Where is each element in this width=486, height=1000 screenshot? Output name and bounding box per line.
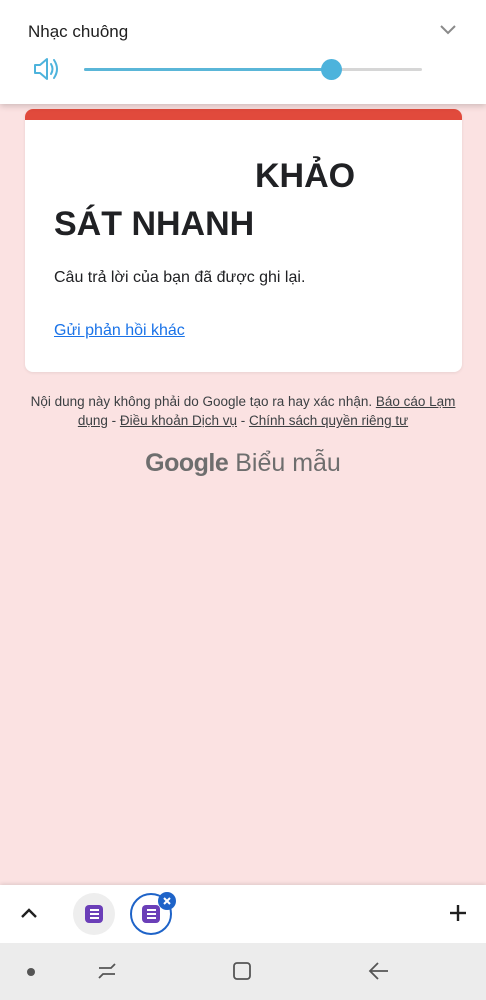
plus-icon[interactable] [447, 902, 469, 924]
card-accent-bar [25, 109, 462, 120]
terms-of-service-link[interactable]: Điều khoản Dịch vụ [120, 413, 237, 428]
volume-panel: Nhạc chuông [0, 0, 486, 104]
back-icon[interactable] [367, 960, 391, 982]
submit-another-response-link[interactable]: Gửi phản hồi khác [54, 322, 185, 340]
forms-bubble[interactable] [73, 893, 115, 935]
volume-title: Nhạc chuông [28, 22, 129, 41]
forms-bubble-icon [85, 905, 103, 923]
disclaimer: Nội dung này không phải do Google tạo ra… [30, 392, 456, 430]
recent-apps-icon[interactable] [96, 960, 118, 982]
confirmation-message: Câu trả lời của bạn đã được ghi lại. [54, 269, 306, 286]
volume-slider-thumb[interactable] [320, 59, 342, 80]
google-forms-logo[interactable]: Google Biểu mẫu [0, 449, 486, 478]
forms-wordmark: Biểu mẫu [235, 449, 341, 477]
volume-slider[interactable] [84, 59, 422, 80]
forms-bubble-icon [142, 905, 160, 923]
floating-apps-bar [0, 885, 486, 943]
speaker-icon[interactable] [32, 55, 62, 83]
form-title-line1: KHẢO [255, 157, 356, 195]
chevron-down-icon[interactable] [436, 20, 460, 40]
form-title-line2: SÁT NHANH [54, 205, 255, 243]
volume-slider-fill [84, 68, 331, 71]
separator: - [236, 413, 249, 428]
dot-icon[interactable] [27, 968, 35, 976]
separator: - [107, 413, 120, 428]
home-icon[interactable] [232, 961, 252, 981]
disclaimer-text: Nội dung này không phải do Google tạo ra… [30, 394, 376, 409]
google-wordmark: Google [145, 449, 229, 477]
close-icon[interactable] [158, 892, 176, 910]
system-nav-bar [0, 943, 486, 1000]
chevron-up-icon[interactable] [18, 905, 40, 923]
privacy-policy-link[interactable]: Chính sách quyền riêng tư [249, 413, 408, 428]
